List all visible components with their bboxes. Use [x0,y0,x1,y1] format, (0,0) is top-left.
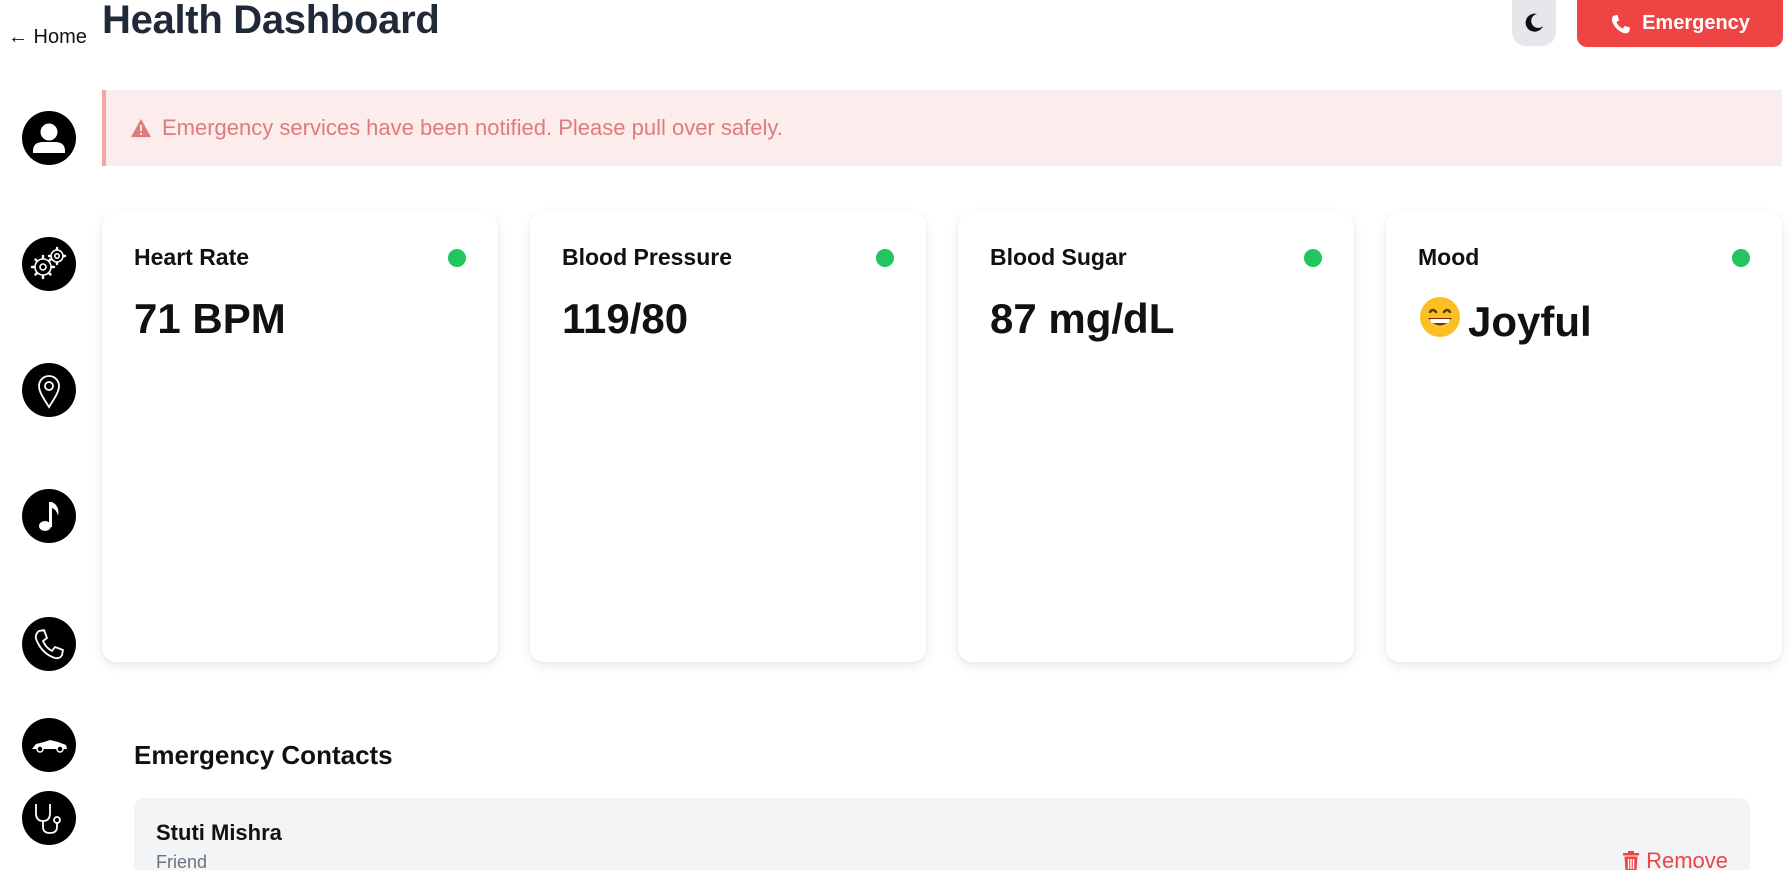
dark-mode-toggle[interactable] [1512,0,1556,46]
contact-item: Stuti Mishra Friend Remove [134,798,1750,870]
settings-gears-icon[interactable] [22,237,76,291]
alert-message: Emergency services have been notified. P… [162,115,783,140]
emergency-alert-banner: Emergency services have been notified. P… [102,90,1782,166]
status-indicator [448,248,466,267]
emergency-button[interactable]: Emergency [1577,0,1783,47]
vital-label: Mood [1418,244,1480,270]
location-pin-icon[interactable] [22,363,76,417]
vital-card-blood-sugar: Blood Sugar 87 mg/dL [958,212,1354,662]
car-icon[interactable] [22,718,76,772]
vital-value-text: 119/80 [562,295,689,342]
remove-contact-button[interactable]: Remove [1622,848,1728,870]
vital-value: 71 BPM [134,295,466,343]
status-indicator [1732,248,1750,267]
warning-icon [131,118,151,138]
vital-label: Blood Sugar [990,244,1127,270]
vital-value-text: 71 BPM [134,295,286,342]
vital-label: Heart Rate [134,244,250,270]
vital-card-mood: Mood Joyful [1386,212,1782,662]
phone-icon[interactable] [22,617,76,671]
remove-label: Remove [1646,848,1728,870]
status-indicator [1304,248,1322,267]
vital-value: Joyful [1418,295,1750,349]
music-note-icon[interactable] [22,489,76,543]
status-indicator [876,248,894,267]
emergency-button-label: Emergency [1642,12,1750,34]
phone-icon [1611,14,1631,33]
vital-value-text: Joyful [1468,298,1592,345]
page-title: Health Dashboard [102,0,440,42]
vital-card-heart-rate: Heart Rate 71 BPM [102,212,498,662]
vital-value: 119/80 [562,295,894,343]
stethoscope-icon[interactable] [22,791,76,845]
moon-icon [1525,13,1543,32]
contact-relation: Friend [156,852,208,870]
vital-value-text: 87 mg/dL [990,295,1175,342]
emergency-contacts-title: Emergency Contacts [134,740,393,770]
vital-card-blood-pressure: Blood Pressure 119/80 [530,212,926,662]
health-dashboard-page: ← Home Health Dashboard Emergency Emerge… [0,0,1791,870]
vital-value: 87 mg/dL [990,295,1322,343]
grinning-face-icon [1418,295,1462,349]
contact-name: Stuti Mishra [156,820,282,845]
vital-label: Blood Pressure [562,244,732,270]
home-link[interactable]: ← Home [8,26,87,49]
profile-icon[interactable] [22,111,76,165]
trash-icon [1623,851,1640,870]
